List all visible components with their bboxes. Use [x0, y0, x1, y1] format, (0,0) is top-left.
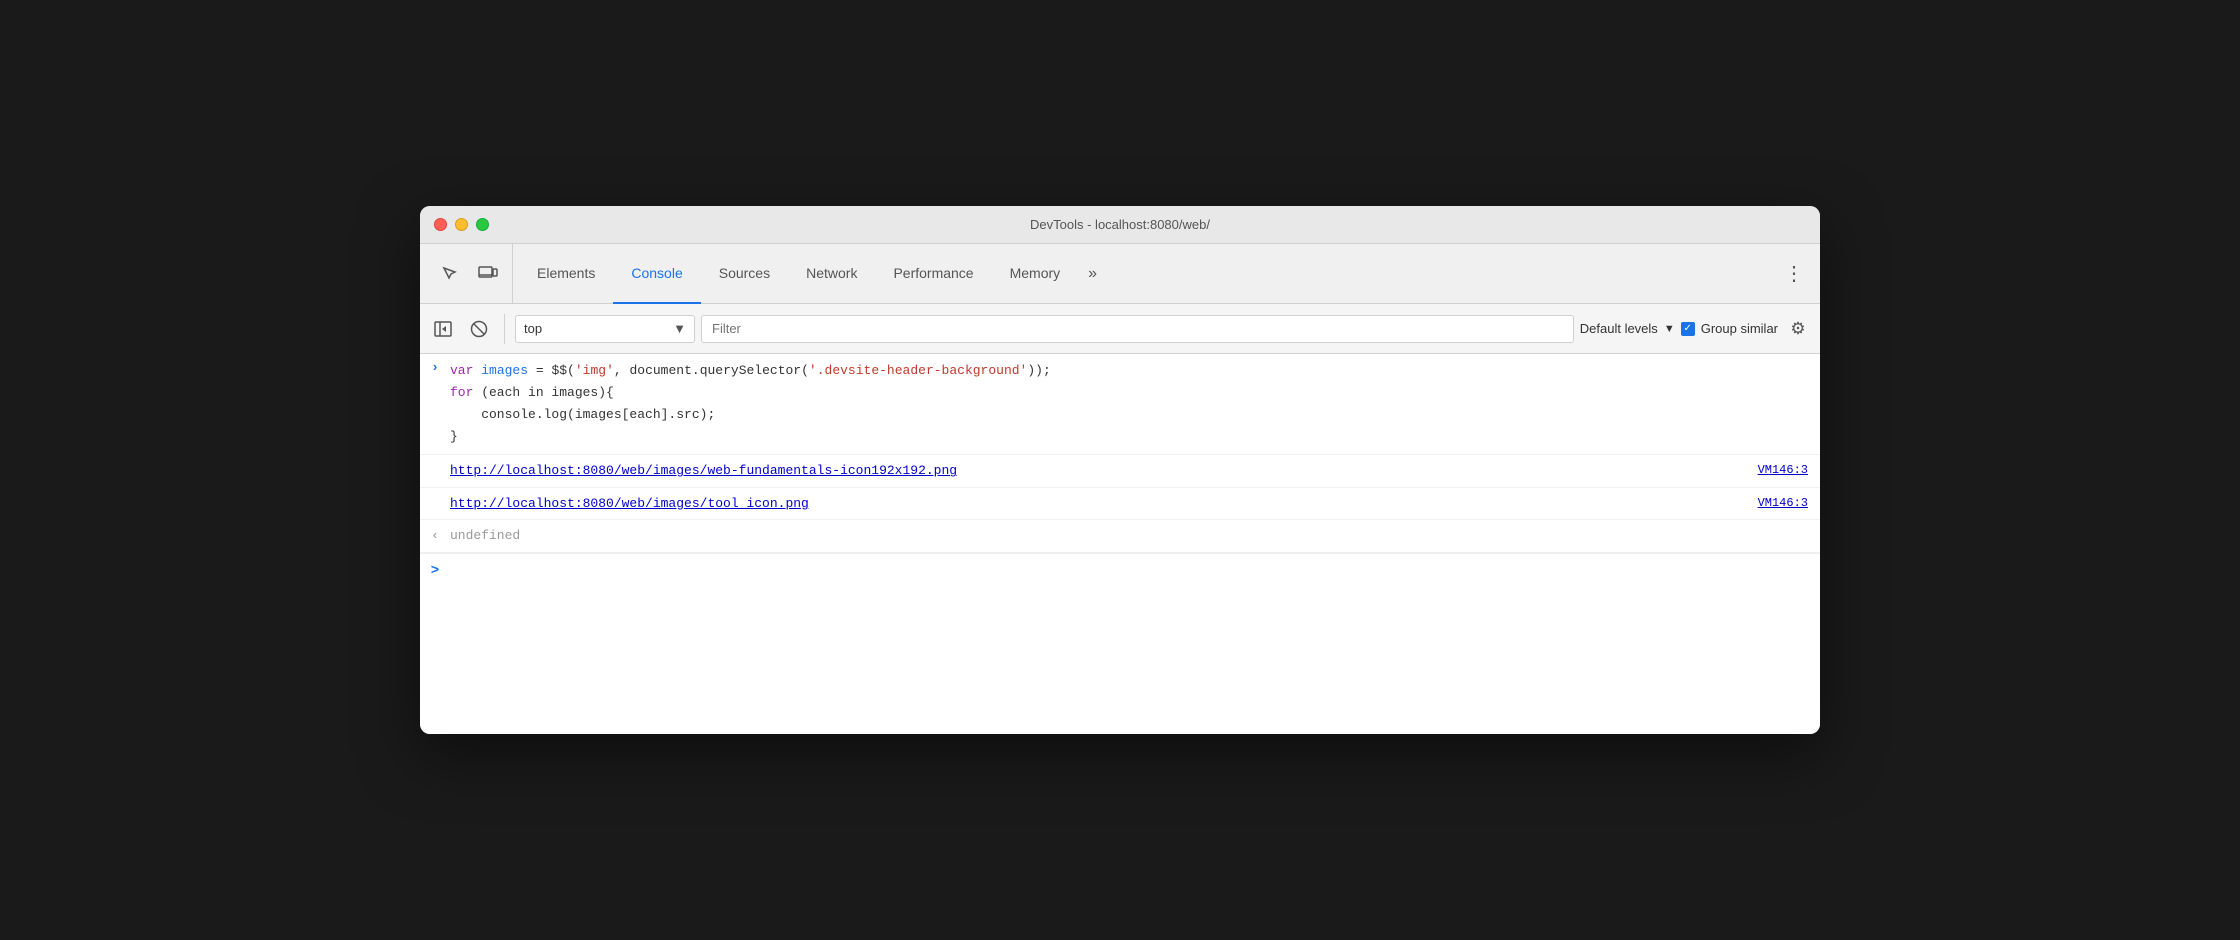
tab-elements[interactable]: Elements: [519, 244, 613, 304]
console-settings-button[interactable]: ⚙: [1784, 315, 1812, 343]
output-url-2[interactable]: http://localhost:8080/web/images/tool_ic…: [450, 496, 809, 511]
output-location-1[interactable]: VM146:3: [1758, 461, 1820, 477]
tab-bar: Elements Console Sources Network Perform…: [420, 244, 1820, 304]
device-toolbar-icon[interactable]: [472, 258, 504, 290]
devtools-window: DevTools - localhost:8080/web/ Elements …: [420, 206, 1820, 734]
console-output-link-1: http://localhost:8080/web/images/web-fun…: [420, 455, 1820, 488]
console-output: › var images = $$('img', document.queryS…: [420, 354, 1820, 734]
maximize-button[interactable]: [476, 218, 489, 231]
console-input-entry: › var images = $$('img', document.queryS…: [420, 354, 1820, 455]
console-input-icon: ›: [420, 354, 450, 454]
toolbar-divider-1: [504, 314, 505, 344]
output-link-text-1: http://localhost:8080/web/images/web-fun…: [450, 461, 1758, 481]
prompt-icon: >: [420, 563, 450, 579]
log-levels-button[interactable]: Default levels ▼: [1580, 321, 1675, 336]
sidebar-toggle-button[interactable]: [428, 314, 458, 344]
group-similar-checkbox[interactable]: ✓: [1681, 322, 1695, 336]
filter-input[interactable]: [701, 315, 1574, 343]
clear-console-button[interactable]: [464, 314, 494, 344]
console-prompt-row[interactable]: >: [420, 553, 1820, 589]
output-icon-1: [420, 461, 450, 463]
devtools-settings-button[interactable]: ⋮: [1774, 244, 1814, 303]
levels-arrow-icon: ▼: [1664, 323, 1675, 335]
traffic-lights: [434, 218, 489, 231]
title-bar: DevTools - localhost:8080/web/: [420, 206, 1820, 244]
console-toolbar: top ▼ Default levels ▼ ✓ Group similar ⚙: [420, 304, 1820, 354]
select-arrow-icon: ▼: [673, 321, 686, 336]
tabs-more-button[interactable]: »: [1078, 244, 1107, 303]
tab-memory[interactable]: Memory: [992, 244, 1079, 304]
return-value: undefined: [450, 526, 1820, 546]
tab-sources[interactable]: Sources: [701, 244, 788, 304]
close-button[interactable]: [434, 218, 447, 231]
window-title: DevTools - localhost:8080/web/: [1030, 217, 1210, 232]
output-link-text-2: http://localhost:8080/web/images/tool_ic…: [450, 494, 1758, 514]
code-line-4: }: [450, 426, 1810, 448]
code-line-3: console.log(images[each].src);: [450, 404, 1810, 426]
tab-console[interactable]: Console: [613, 244, 700, 304]
devtools-icons: [426, 244, 513, 303]
tab-network[interactable]: Network: [788, 244, 875, 304]
console-code-block: var images = $$('img', document.querySel…: [450, 354, 1820, 454]
console-output-link-2: http://localhost:8080/web/images/tool_ic…: [420, 488, 1820, 521]
return-icon: ‹: [420, 526, 450, 543]
group-similar-label[interactable]: Group similar: [1701, 321, 1778, 336]
output-icon-2: [420, 494, 450, 496]
code-line-1: var images = $$('img', document.querySel…: [450, 360, 1810, 382]
code-line-2: for (each in images){: [450, 382, 1810, 404]
console-return-entry: ‹ undefined: [420, 520, 1820, 553]
output-url-1[interactable]: http://localhost:8080/web/images/web-fun…: [450, 463, 957, 478]
tab-performance[interactable]: Performance: [875, 244, 991, 304]
output-location-2[interactable]: VM146:3: [1758, 494, 1820, 510]
inspect-element-icon[interactable]: [434, 258, 466, 290]
execution-context-select[interactable]: top ▼: [515, 315, 695, 343]
minimize-button[interactable]: [455, 218, 468, 231]
